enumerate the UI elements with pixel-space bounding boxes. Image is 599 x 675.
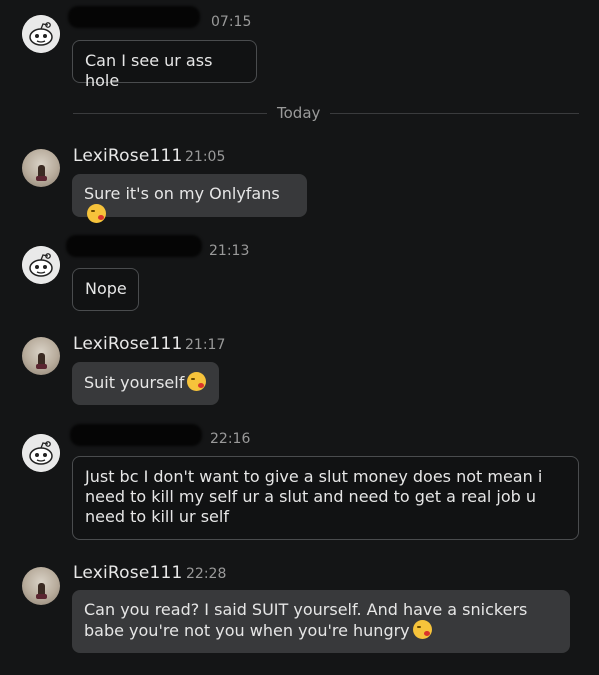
kissing-face-emoji-icon xyxy=(187,372,207,391)
snoo-avatar-icon[interactable] xyxy=(22,434,60,472)
snoo-avatar-icon[interactable] xyxy=(22,246,60,284)
message-time: 07:15 xyxy=(211,14,252,30)
message-bubble[interactable]: Suit yourself xyxy=(72,362,219,405)
lexi-avatar[interactable] xyxy=(22,149,60,187)
message-time: 21:05 xyxy=(185,149,226,165)
message-bubble[interactable]: Can I see ur ass hole xyxy=(72,40,257,90)
lexi-avatar[interactable] xyxy=(22,567,60,605)
redacted-username xyxy=(70,424,202,446)
message-bubble[interactable]: Nope xyxy=(72,268,139,311)
message-bubble[interactable]: Can you read? I said SUIT yourself. And … xyxy=(72,590,570,653)
date-divider-label: Today xyxy=(267,104,331,122)
redacted-username xyxy=(68,6,200,28)
message-time: 22:28 xyxy=(186,566,227,582)
sender-name[interactable]: LexiRose111 xyxy=(73,334,183,354)
message-text: Nope xyxy=(85,279,127,298)
message-text: Sure it's on my Onlyfans xyxy=(84,184,280,203)
redacted-username xyxy=(66,235,202,257)
message-bubble[interactable]: Sure it's on my Onlyfans xyxy=(72,174,307,223)
snoo-avatar-icon[interactable] xyxy=(22,15,60,53)
message-text: Can I see ur ass hole xyxy=(85,51,213,90)
message-time: 21:17 xyxy=(185,337,226,353)
kissing-face-emoji-icon xyxy=(87,204,106,223)
message-time: 21:13 xyxy=(209,243,250,259)
message-bubble[interactable]: Just bc I don't want to give a slut mone… xyxy=(72,456,579,540)
chat-thread: 07:15 Can I see ur ass hole Today LexiRo… xyxy=(0,0,599,675)
message-text: Just bc I don't want to give a slut mone… xyxy=(85,467,543,526)
message-text: Suit yourself xyxy=(84,373,185,392)
message-time: 22:16 xyxy=(210,431,251,447)
lexi-avatar[interactable] xyxy=(22,337,60,375)
sender-name[interactable]: LexiRose111 xyxy=(73,146,183,166)
message-text: Can you read? I said SUIT yourself. And … xyxy=(84,600,528,640)
kissing-face-emoji-icon xyxy=(412,620,432,639)
sender-name[interactable]: LexiRose111 xyxy=(73,563,183,583)
